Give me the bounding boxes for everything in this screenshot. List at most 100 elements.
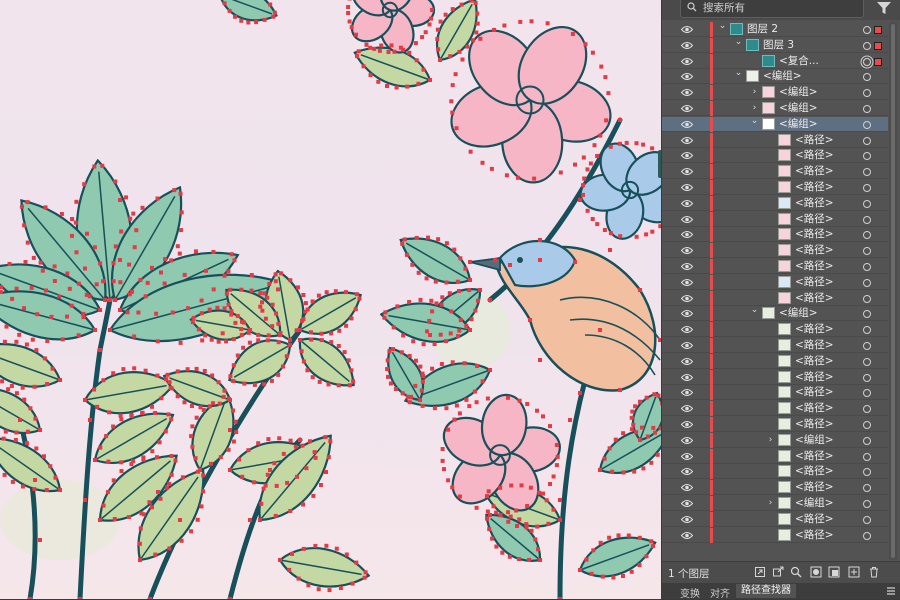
layers-scrollbar[interactable]: [889, 22, 897, 560]
eye-icon[interactable]: [681, 420, 693, 429]
layer-name[interactable]: <编组>: [779, 86, 818, 99]
target-circle[interactable]: [863, 89, 871, 98]
eye-icon[interactable]: [681, 388, 693, 397]
target-circle[interactable]: [863, 57, 871, 66]
new-layer-icon[interactable]: [848, 566, 860, 578]
target-circle[interactable]: [863, 357, 871, 366]
layer-name[interactable]: <路径>: [795, 276, 834, 289]
layer-row[interactable]: <路径>: [662, 527, 888, 543]
layer-row[interactable]: <路径>: [662, 322, 888, 338]
layer-name[interactable]: <编组>: [779, 102, 818, 115]
eye-icon[interactable]: [681, 230, 693, 239]
collect-for-export-icon[interactable]: [754, 566, 766, 578]
layer-name[interactable]: <路径>: [795, 149, 834, 162]
eye-icon[interactable]: [681, 41, 693, 50]
layer-row[interactable]: › <编组>: [662, 432, 888, 448]
eye-icon[interactable]: [681, 404, 693, 413]
layer-name[interactable]: <路径>: [795, 181, 834, 194]
layer-name[interactable]: <路径>: [795, 165, 834, 178]
eye-icon[interactable]: [681, 531, 693, 540]
layer-row[interactable]: <路径>: [662, 195, 888, 211]
chevron-down-icon[interactable]: ⌄: [734, 37, 743, 47]
chevron-down-icon[interactable]: ⌄: [750, 116, 759, 126]
target-circle[interactable]: [863, 247, 871, 256]
target-circle[interactable]: [863, 310, 871, 319]
scrollbar-track[interactable]: [891, 24, 895, 558]
eye-icon[interactable]: [681, 483, 693, 492]
layer-row[interactable]: <复合...: [662, 53, 888, 69]
target-circle[interactable]: [863, 468, 871, 477]
target-circle[interactable]: [863, 421, 871, 429]
target-circle[interactable]: [863, 199, 871, 208]
layer-row[interactable]: <路径>: [662, 417, 888, 432]
selection-indicator[interactable]: [874, 41, 882, 50]
target-circle[interactable]: [863, 152, 871, 161]
chevron-right-icon[interactable]: ›: [750, 103, 759, 113]
eye-icon[interactable]: [681, 452, 693, 461]
target-circle[interactable]: [863, 105, 871, 113]
eye-icon[interactable]: [681, 120, 693, 129]
layer-row[interactable]: <路径>: [662, 353, 888, 369]
search-icon[interactable]: [790, 566, 802, 578]
layer-row[interactable]: <路径>: [662, 511, 888, 527]
layer-row[interactable]: <路径>: [662, 180, 888, 195]
layer-name[interactable]: <路径>: [795, 371, 834, 384]
layers-list[interactable]: ⌄ 图层 2 ⌄ 图层 3 <复合... ⌄ <编组> › <编组> › <编组> ⌄ <编组> <路径>…: [662, 22, 888, 562]
eye-icon[interactable]: [681, 373, 693, 382]
layer-row[interactable]: <路径>: [662, 148, 888, 164]
eye-icon[interactable]: [681, 151, 693, 160]
artwork[interactable]: [0, 0, 661, 599]
eye-icon[interactable]: [681, 278, 693, 287]
eye-icon[interactable]: [681, 136, 693, 145]
layer-name[interactable]: <路径>: [795, 213, 834, 226]
selection-indicator[interactable]: [874, 26, 882, 34]
layer-row[interactable]: <路径>: [662, 464, 888, 480]
target-circle[interactable]: [863, 436, 871, 445]
target-circle[interactable]: [863, 405, 871, 414]
layer-name[interactable]: 图层 3: [763, 39, 794, 52]
layer-row[interactable]: <路径>: [662, 132, 888, 148]
layer-name[interactable]: <编组>: [795, 497, 834, 510]
eye-icon[interactable]: [681, 72, 693, 81]
eye-icon[interactable]: [681, 25, 693, 34]
selection-indicator[interactable]: [874, 57, 882, 66]
eye-icon[interactable]: [681, 357, 693, 366]
target-circle[interactable]: [863, 73, 871, 82]
eye-icon[interactable]: [681, 499, 693, 508]
layer-name[interactable]: <路径>: [795, 244, 834, 257]
layer-row[interactable]: <路径>: [662, 401, 888, 417]
target-circle[interactable]: [863, 215, 871, 224]
layer-row[interactable]: › <编组>: [662, 101, 888, 116]
target-circle[interactable]: [863, 184, 871, 192]
layer-name[interactable]: <编组>: [779, 307, 818, 320]
layer-name[interactable]: <路径>: [795, 134, 834, 147]
eye-icon[interactable]: [681, 294, 693, 303]
chevron-down-icon[interactable]: ⌄: [750, 305, 759, 315]
target-circle[interactable]: [863, 294, 871, 303]
new-sublayer-icon[interactable]: [828, 566, 840, 578]
layer-row[interactable]: <路径>: [662, 243, 888, 259]
layer-row[interactable]: ⌄ 图层 3: [662, 37, 888, 53]
chevron-right-icon[interactable]: ›: [750, 87, 759, 97]
target-circle[interactable]: [863, 531, 871, 540]
layer-row[interactable]: <路径>: [662, 290, 888, 306]
artboard-canvas[interactable]: [0, 0, 661, 599]
target-circle[interactable]: [863, 326, 871, 335]
eye-icon[interactable]: [681, 183, 693, 192]
eye-icon[interactable]: [681, 515, 693, 524]
layer-name[interactable]: <路径>: [795, 450, 834, 463]
layer-name[interactable]: <路径>: [795, 418, 834, 431]
layer-row[interactable]: <路径>: [662, 259, 888, 274]
layer-name[interactable]: 图层 2: [747, 23, 778, 36]
tab-pathfinder[interactable]: 路径查找器: [736, 584, 796, 598]
layer-name[interactable]: <路径>: [795, 197, 834, 210]
target-circle[interactable]: [863, 373, 871, 382]
target-circle[interactable]: [863, 26, 871, 34]
layer-row[interactable]: <路径>: [662, 164, 888, 180]
layer-name[interactable]: <编组>: [763, 70, 802, 83]
layer-row[interactable]: <路径>: [662, 274, 888, 290]
eye-icon[interactable]: [681, 57, 693, 66]
layer-row[interactable]: ⌄ 图层 2: [662, 22, 888, 37]
eye-icon[interactable]: [681, 436, 693, 445]
eye-icon[interactable]: [681, 199, 693, 208]
